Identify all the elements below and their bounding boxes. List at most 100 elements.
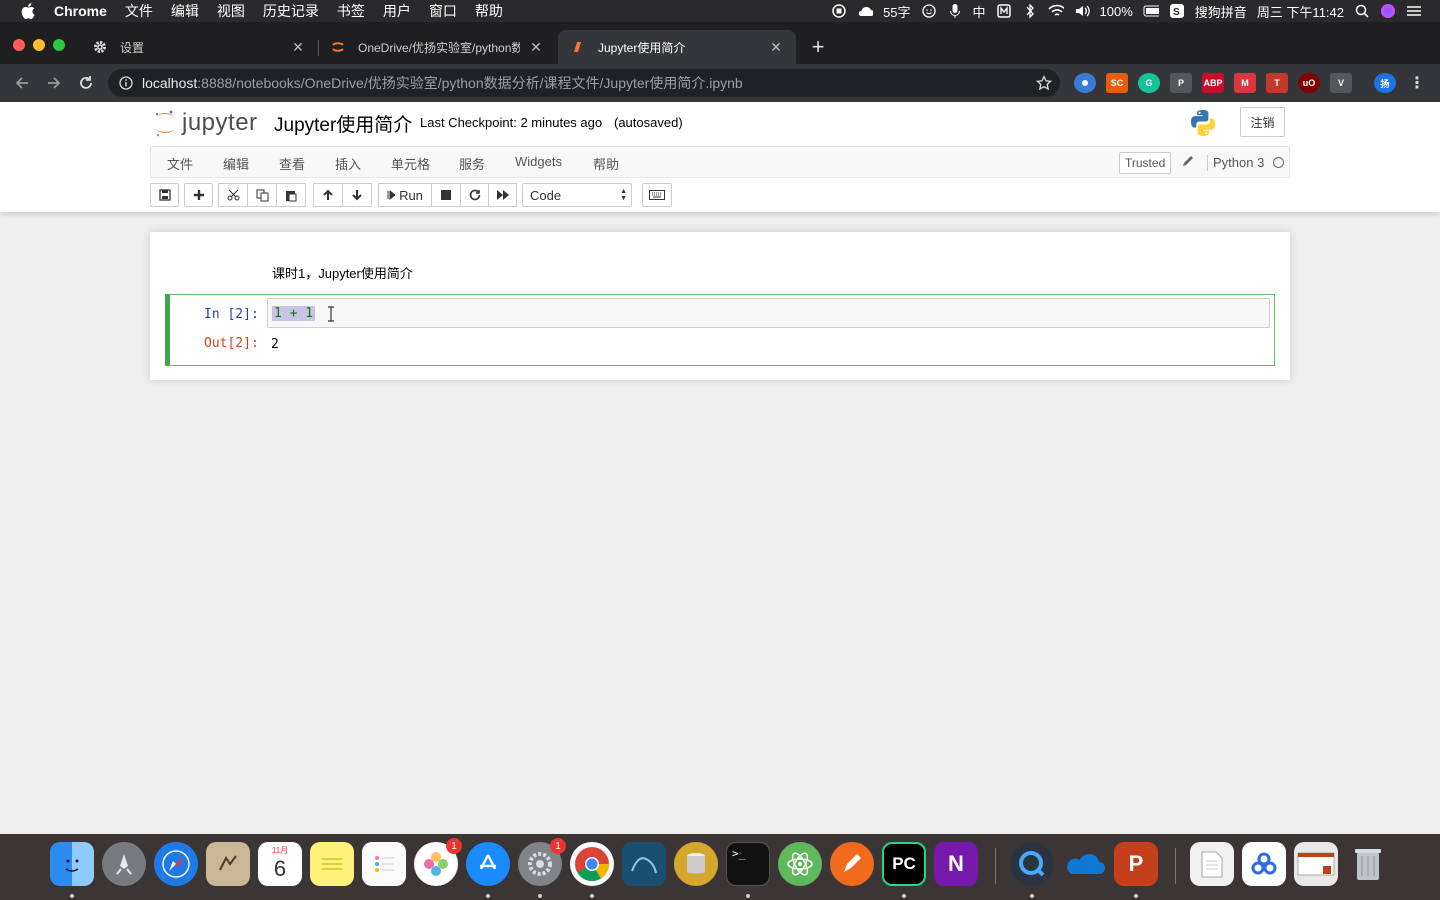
nb-menu-edit[interactable]: 编辑 [223,154,249,173]
profile-avatar[interactable]: 扬 [1374,73,1396,93]
menu-history[interactable]: 历史记录 [263,1,319,21]
document-file-icon[interactable] [1190,842,1234,886]
code-cell-selected[interactable]: In [2]: 1 + 1 Out[2]: 2 [165,294,1275,366]
extension-t-icon[interactable]: T [1266,73,1288,93]
menu-file[interactable]: 文件 [125,1,153,21]
chrome-menu-icon[interactable]: ⋮ [1406,73,1428,93]
markdown-cell-text[interactable]: 课时1，Jupyter使用简介 [272,263,413,282]
safari-icon[interactable] [154,842,198,886]
menubar-app-icon[interactable] [996,3,1012,19]
nb-menu-insert[interactable]: 插入 [335,154,361,173]
minimize-window-button[interactable] [33,39,45,51]
notebook-title[interactable]: Jupyter使用简介 [274,110,412,137]
menu-view[interactable]: 视图 [217,1,245,21]
trash-icon[interactable] [1346,842,1390,886]
smiley-icon[interactable] [921,3,937,19]
site-info-icon[interactable] [118,75,134,91]
baidu-netdisk-icon[interactable] [1242,842,1286,886]
tab-onedrive-notebook[interactable]: OneDrive/优扬实验室/python数 ✕ [318,30,556,64]
nb-menu-file[interactable]: 文件 [167,154,193,173]
onedrive-icon[interactable] [1062,842,1106,886]
reload-icon[interactable] [70,69,102,97]
apple-icon[interactable] [20,3,36,19]
back-icon[interactable] [6,69,38,97]
spotlight-search-icon[interactable] [1354,3,1370,19]
jupyter-logo[interactable]: jupyter [154,108,258,138]
onenote-icon[interactable]: N [934,842,978,886]
system-preferences-icon[interactable]: 1 [518,838,566,886]
notification-center-icon[interactable] [1406,3,1422,19]
menu-help[interactable]: 帮助 [475,1,503,21]
extension-ublock-icon[interactable]: uO [1298,73,1320,93]
ime-name[interactable]: 搜狗拼音 [1195,2,1247,21]
notes-icon[interactable] [310,842,354,886]
close-window-button[interactable] [13,39,25,51]
extension-sc-icon[interactable]: SC [1106,73,1128,93]
photos-icon[interactable]: 1 [414,838,462,886]
pen-app-icon[interactable] [830,842,874,886]
nb-menu-cell[interactable]: 单元格 [391,154,430,173]
menu-edit[interactable]: 编辑 [171,1,199,21]
pycharm-icon[interactable]: PC [882,842,926,886]
app-menu-chrome[interactable]: Chrome [54,3,107,19]
extension-circle-icon[interactable] [1074,73,1096,93]
quicktime-icon[interactable] [1010,842,1054,886]
tab-settings[interactable]: 设置 ✕ [80,30,318,64]
kernel-name[interactable]: Python 3 [1213,155,1264,170]
bluetooth-icon[interactable] [1022,3,1038,19]
extension-p-icon[interactable]: P [1170,73,1192,93]
close-tab-icon[interactable]: ✕ [768,39,784,55]
address-bar[interactable]: localhost:8888/notebooks/OneDrive/优扬实验室/… [108,69,1060,97]
command-palette-button[interactable] [642,183,672,207]
close-tab-icon[interactable]: ✕ [528,39,544,55]
trusted-badge[interactable]: Trusted [1119,152,1172,174]
move-up-button[interactable] [313,183,343,207]
atom-icon[interactable] [778,842,822,886]
menu-bookmarks[interactable]: 书签 [337,1,365,21]
extension-grammarly-icon[interactable]: G [1138,73,1160,93]
finder-icon[interactable] [50,842,94,886]
microphone-icon[interactable] [947,3,963,19]
zoom-window-button[interactable] [53,39,65,51]
nb-menu-view[interactable]: 查看 [279,154,305,173]
battery-icon[interactable] [1143,3,1159,19]
presentation-file-icon[interactable] [1294,842,1338,886]
cloud-icon[interactable] [857,3,874,19]
add-cell-button[interactable] [184,183,213,207]
terminal-icon[interactable]: >_ [726,842,770,886]
save-button[interactable] [150,183,179,207]
nb-menu-help[interactable]: 帮助 [593,154,619,173]
code-editor[interactable]: 1 + 1 [267,298,1270,328]
cut-button[interactable] [218,183,248,207]
cell-type-select[interactable]: Code ▲ ▼ [522,183,632,207]
powerpoint-icon[interactable]: P [1114,842,1158,886]
interrupt-button[interactable] [431,183,461,207]
nb-menu-widgets[interactable]: Widgets [515,154,562,169]
calendar-icon[interactable]: 11月 6 [258,842,302,886]
sogou-icon[interactable]: S [1169,3,1185,19]
copy-button[interactable] [247,183,277,207]
close-tab-icon[interactable]: ✕ [290,39,306,55]
forward-icon[interactable] [38,69,70,97]
paste-button[interactable] [276,183,306,207]
restart-run-all-button[interactable] [488,183,517,207]
volume-icon[interactable] [1074,3,1090,19]
wifi-icon[interactable] [1047,3,1064,19]
new-tab-button[interactable]: + [808,36,828,58]
record-icon[interactable] [831,3,847,19]
siri-icon[interactable] [1380,3,1396,19]
clock[interactable]: 周三 下午11:42 [1257,2,1344,21]
extension-abp-icon[interactable]: ABP [1202,73,1224,93]
logout-button[interactable]: 注销 [1240,107,1285,137]
restart-button[interactable] [460,183,489,207]
menu-people[interactable]: 用户 [383,1,411,21]
chrome-icon[interactable] [570,842,614,886]
menu-window[interactable]: 窗口 [429,1,457,21]
extension-shield-icon[interactable]: V [1330,73,1352,93]
run-button[interactable]: Run [378,183,432,207]
reminders-icon[interactable] [362,842,406,886]
bookmark-star-icon[interactable] [1035,74,1053,91]
nb-menu-kernel[interactable]: 服务 [459,154,485,173]
app-store-icon[interactable] [466,842,510,886]
move-down-button[interactable] [342,183,372,207]
